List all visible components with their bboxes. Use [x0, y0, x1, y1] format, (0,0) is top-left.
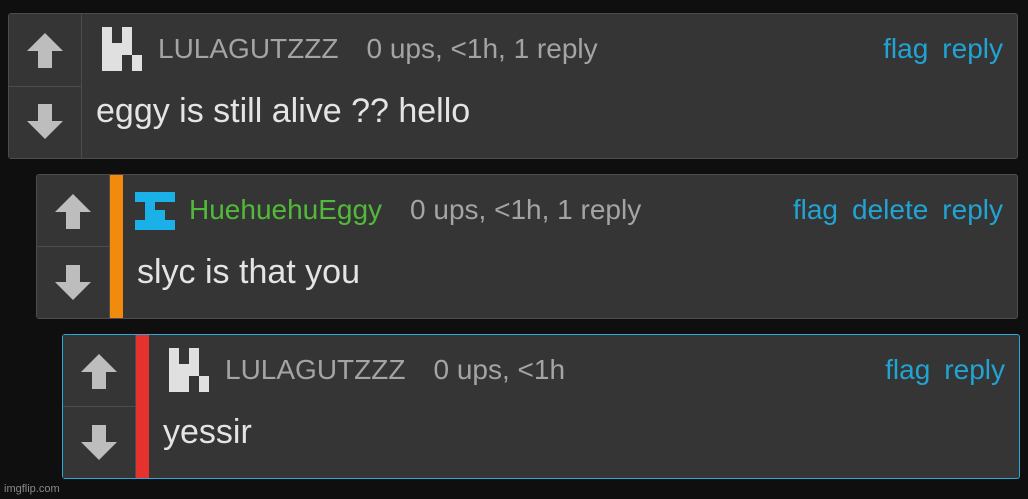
comment-actions: flag reply — [883, 14, 1003, 84]
pixel-avatar-icon[interactable] — [167, 346, 215, 394]
comment-actions: flag delete reply — [793, 175, 1003, 245]
upvote-button[interactable] — [37, 175, 109, 246]
arrow-up-icon — [55, 193, 91, 229]
comment-meta: 0 ups, <1h, 1 reply — [410, 194, 642, 225]
comment-meta: 0 ups, <1h — [433, 354, 566, 385]
flag-link[interactable]: flag — [793, 194, 838, 226]
comment-3: LULAGUTZZZ 0 ups, <1h flag reply yessir — [62, 334, 1020, 479]
arrow-up-icon — [81, 353, 117, 389]
comment-username[interactable]: HuehuehuEggy — [189, 194, 382, 226]
flag-link[interactable]: flag — [885, 354, 930, 386]
comment-text: yessir — [163, 413, 252, 451]
comment-body: LULAGUTZZZ 0 ups, <1h flag reply yessir — [149, 335, 1019, 478]
flag-link[interactable]: flag — [883, 33, 928, 65]
downvote-button[interactable] — [63, 406, 135, 478]
reply-link[interactable]: reply — [942, 194, 1003, 226]
reply-link[interactable]: reply — [942, 33, 1003, 65]
vote-column — [63, 335, 136, 478]
arrow-down-icon — [27, 104, 63, 140]
vote-column — [37, 175, 110, 318]
downvote-button[interactable] — [37, 246, 109, 318]
reply-link[interactable]: reply — [944, 354, 1005, 386]
comment-username[interactable]: LULAGUTZZZ — [158, 33, 338, 65]
comment-text: slyc is that you — [137, 253, 360, 291]
comment-text: eggy is still alive ?? hello — [96, 92, 471, 130]
comment-username[interactable]: LULAGUTZZZ — [225, 354, 405, 386]
upvote-button[interactable] — [63, 335, 135, 406]
comment-header: LULAGUTZZZ 0 ups, <1h, 1 reply — [82, 14, 1017, 84]
thread-depth-bar — [110, 175, 123, 318]
comment-meta: 0 ups, <1h, 1 reply — [366, 33, 598, 64]
arrow-down-icon — [81, 424, 117, 460]
comment-body: LULAGUTZZZ 0 ups, <1h, 1 reply flag repl… — [82, 14, 1017, 158]
comment-actions: flag reply — [885, 335, 1005, 405]
upvote-button[interactable] — [9, 14, 81, 86]
comment-1: LULAGUTZZZ 0 ups, <1h, 1 reply flag repl… — [8, 13, 1018, 159]
comment-body: HuehuehuEggy 0 ups, <1h, 1 reply flag de… — [123, 175, 1017, 318]
pixel-avatar-icon[interactable] — [131, 186, 179, 234]
arrow-up-icon — [27, 32, 63, 68]
pixel-avatar-icon[interactable] — [100, 25, 148, 73]
watermark: imgflip.com — [4, 483, 60, 495]
vote-column — [9, 14, 82, 158]
arrow-down-icon — [55, 264, 91, 300]
delete-link[interactable]: delete — [852, 194, 928, 226]
thread-depth-bar — [136, 335, 149, 478]
comment-2: HuehuehuEggy 0 ups, <1h, 1 reply flag de… — [36, 174, 1018, 319]
downvote-button[interactable] — [9, 85, 81, 158]
